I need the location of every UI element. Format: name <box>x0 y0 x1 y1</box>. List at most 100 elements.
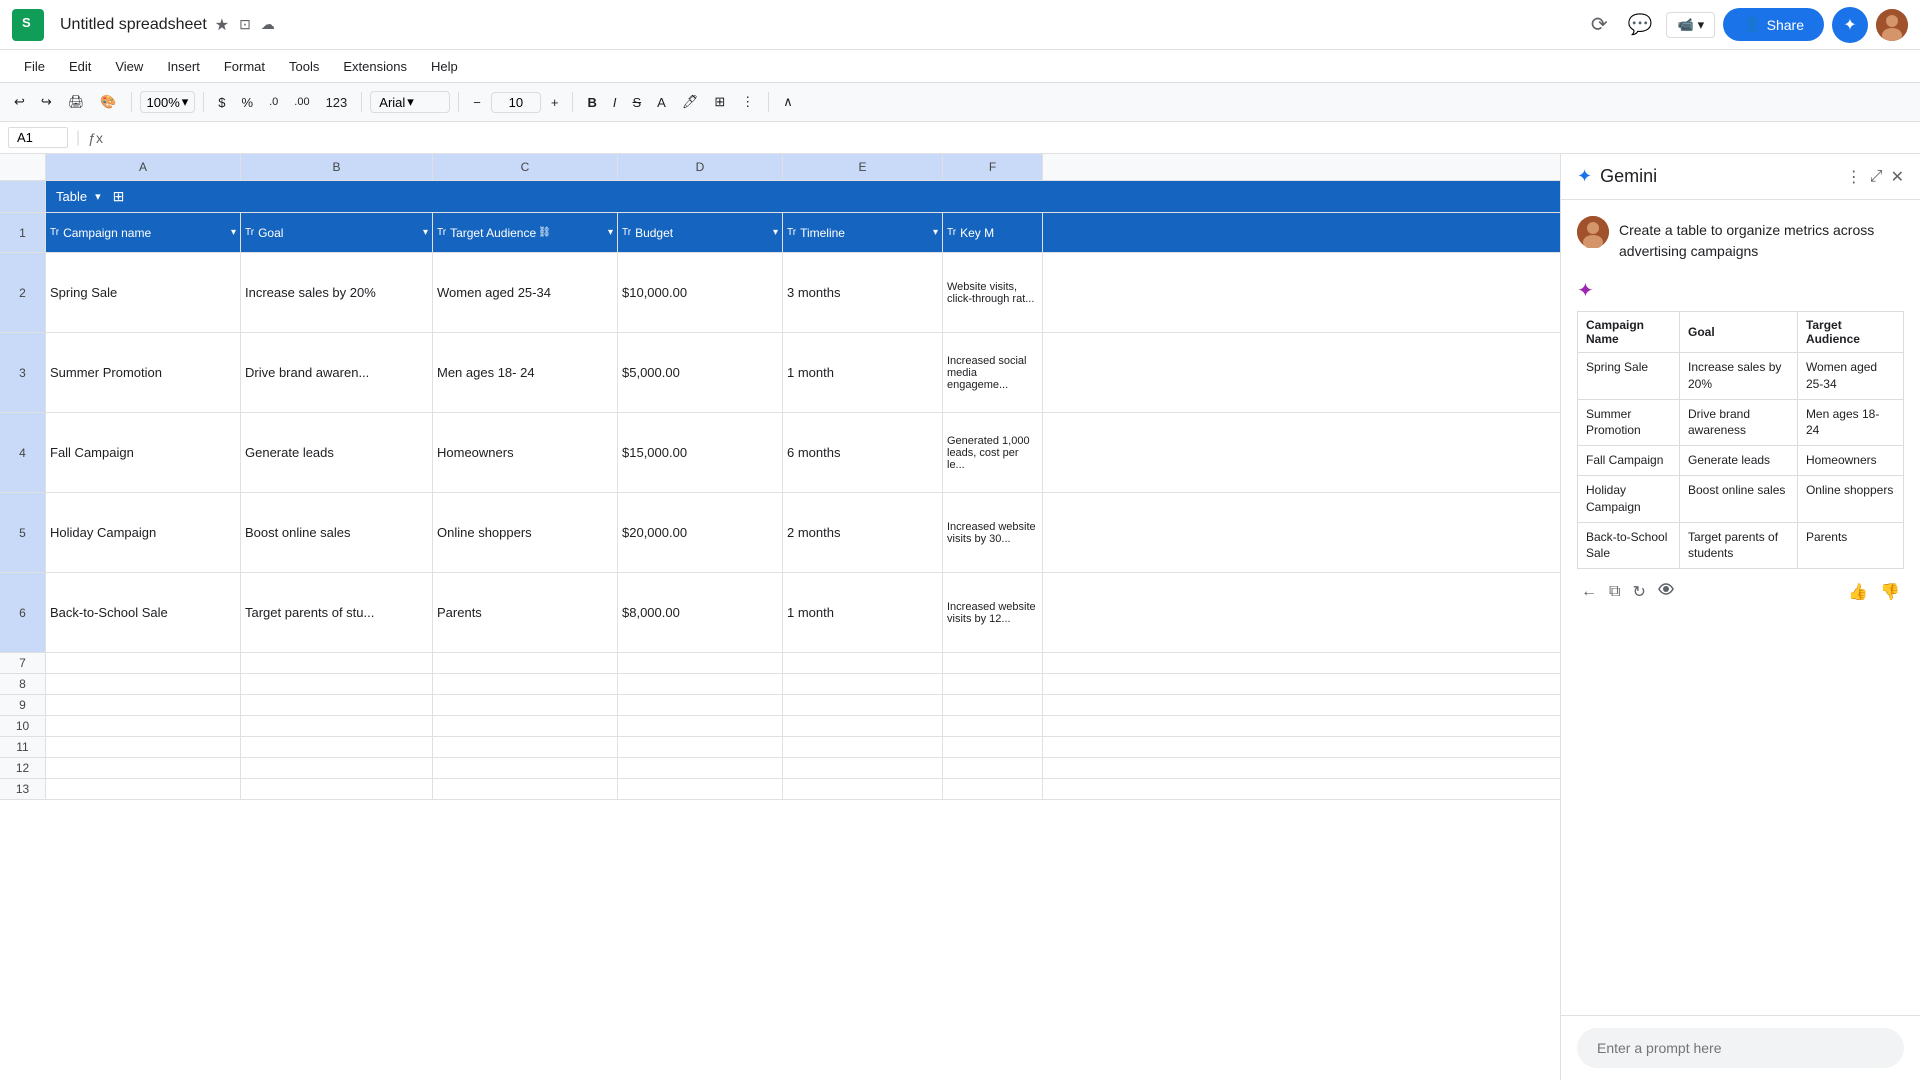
decimal-increase-button[interactable]: .00 <box>288 92 315 112</box>
gemini-close-icon[interactable]: ✕ <box>1891 167 1904 187</box>
bold-button[interactable]: B <box>581 91 602 114</box>
font-size-decrease-button[interactable]: − <box>467 91 487 114</box>
cell-6f[interactable]: Increased website visits by 12... <box>943 573 1043 652</box>
cell-4e[interactable]: 6 months <box>783 413 943 492</box>
header-dropdown-budget[interactable]: ▾ <box>773 227 778 238</box>
gemini-prompt-input[interactable] <box>1597 1040 1884 1056</box>
font-size-increase-button[interactable]: + <box>545 91 565 114</box>
cell-2a[interactable]: Spring Sale <box>46 253 241 332</box>
cell-3a[interactable]: Summer Promotion <box>46 333 241 412</box>
folder-icon[interactable]: ⊡ <box>239 16 251 33</box>
cell-7a[interactable] <box>46 653 241 673</box>
cell-4a[interactable]: Fall Campaign <box>46 413 241 492</box>
header-dropdown-goal[interactable]: ▾ <box>423 227 428 238</box>
cell-2f[interactable]: Website visits, click-through rat... <box>943 253 1043 332</box>
cell-6e[interactable]: 1 month <box>783 573 943 652</box>
cell-7c[interactable] <box>433 653 618 673</box>
cell-4c[interactable]: Homeowners <box>433 413 618 492</box>
cell-4d[interactable]: $15,000.00 <box>618 413 783 492</box>
file-title[interactable]: Untitled spreadsheet <box>60 16 207 34</box>
col-header-e[interactable]: E <box>783 154 943 180</box>
cell-6d[interactable]: $8,000.00 <box>618 573 783 652</box>
user-avatar[interactable] <box>1876 9 1908 41</box>
header-dropdown-timeline[interactable]: ▾ <box>933 227 938 238</box>
col-header-f[interactable]: F <box>943 154 1043 180</box>
font-color-button[interactable]: A <box>651 91 672 114</box>
borders-button[interactable]: ⊞ <box>708 90 731 114</box>
menu-extensions[interactable]: Extensions <box>331 55 419 78</box>
gemini-back-button[interactable]: ← <box>1577 577 1601 606</box>
font-size-control[interactable]: 10 <box>491 92 541 113</box>
share-button[interactable]: 👤 ⧉ Share <box>1723 8 1824 41</box>
cell-7d[interactable] <box>618 653 783 673</box>
cell-3f[interactable]: Increased social media engageme... <box>943 333 1043 412</box>
comments-btn[interactable]: 💬 <box>1622 8 1659 41</box>
menu-help[interactable]: Help <box>419 55 470 78</box>
gemini-expand-icon[interactable]: ⤢ <box>1870 168 1883 186</box>
gemini-input-area[interactable] <box>1577 1028 1904 1068</box>
cell-3e[interactable]: 1 month <box>783 333 943 412</box>
decimal-decrease-button[interactable]: .0 <box>263 92 284 112</box>
cell-2c[interactable]: Women aged 25-34 <box>433 253 618 332</box>
col-header-a[interactable]: A <box>46 154 241 180</box>
menu-edit[interactable]: Edit <box>57 55 103 78</box>
gemini-view-button[interactable] <box>1654 577 1678 606</box>
cell-7b[interactable] <box>241 653 433 673</box>
undo-button[interactable]: ↩ <box>8 90 31 114</box>
font-selector[interactable]: Arial ▾ <box>370 91 450 113</box>
print-button[interactable]: 🖨 <box>62 90 91 114</box>
more-button[interactable]: ⋮ <box>735 90 760 114</box>
cell-6b[interactable]: Target parents of stu... <box>241 573 433 652</box>
cell-3b[interactable]: Drive brand awaren... <box>241 333 433 412</box>
gemini-thumbsdown-button[interactable]: 👎 <box>1876 577 1904 606</box>
cell-6a[interactable]: Back-to-School Sale <box>46 573 241 652</box>
cell-7e[interactable] <box>783 653 943 673</box>
table-name-dropdown[interactable]: ▾ <box>95 190 101 203</box>
cell-3d[interactable]: $5,000.00 <box>618 333 783 412</box>
italic-button[interactable]: I <box>607 91 623 114</box>
cell-reference-input[interactable] <box>8 127 68 148</box>
header-dropdown-audience[interactable]: ▾ <box>608 227 613 238</box>
menu-format[interactable]: Format <box>212 55 277 78</box>
collapse-toolbar-button[interactable]: ∧ <box>777 90 799 114</box>
cell-5a[interactable]: Holiday Campaign <box>46 493 241 572</box>
cloud-icon[interactable]: ☁ <box>261 16 275 33</box>
cell-2e[interactable]: 3 months <box>783 253 943 332</box>
cell-5e[interactable]: 2 months <box>783 493 943 572</box>
cell-6c[interactable]: Parents <box>433 573 618 652</box>
menu-file[interactable]: File <box>12 55 57 78</box>
col-header-d[interactable]: D <box>618 154 783 180</box>
currency-button[interactable]: $ <box>212 91 231 114</box>
cell-2d[interactable]: $10,000.00 <box>618 253 783 332</box>
cell-2b[interactable]: Increase sales by 20% <box>241 253 433 332</box>
star-icon[interactable]: ★ <box>215 15 229 35</box>
header-dropdown-campaign[interactable]: ▾ <box>231 227 236 238</box>
format-type-button[interactable]: 123 <box>320 91 354 114</box>
cell-3c[interactable]: Men ages 18- 24 <box>433 333 618 412</box>
zoom-control[interactable]: 100% ▾ <box>140 91 196 113</box>
cell-7f[interactable] <box>943 653 1043 673</box>
gemini-button[interactable]: ✦ <box>1832 7 1868 43</box>
cell-5b[interactable]: Boost online sales <box>241 493 433 572</box>
cell-5c[interactable]: Online shoppers <box>433 493 618 572</box>
meeting-btn[interactable]: 📹 ▾ <box>1666 12 1715 38</box>
col-header-c[interactable]: C <box>433 154 618 180</box>
menu-view[interactable]: View <box>103 55 155 78</box>
highlight-color-button[interactable]: 🖊 <box>676 90 705 114</box>
percent-button[interactable]: % <box>236 91 260 114</box>
redo-button[interactable]: ↪ <box>35 90 58 114</box>
gemini-thumbsup-button[interactable]: 👍 <box>1844 577 1872 606</box>
cell-4f[interactable]: Generated 1,000 leads, cost per le... <box>943 413 1043 492</box>
gemini-refresh-button[interactable]: ↻ <box>1628 577 1649 606</box>
menu-insert[interactable]: Insert <box>155 55 212 78</box>
strikethrough-button[interactable]: S <box>626 91 647 114</box>
history-btn[interactable]: ⟳ <box>1585 8 1614 41</box>
paint-format-button[interactable]: 🎨 <box>94 90 122 114</box>
gemini-more-icon[interactable]: ⋮ <box>1846 167 1862 187</box>
cell-4b[interactable]: Generate leads <box>241 413 433 492</box>
cell-5d[interactable]: $20,000.00 <box>618 493 783 572</box>
menu-tools[interactable]: Tools <box>277 55 331 78</box>
cell-5f[interactable]: Increased website visits by 30... <box>943 493 1043 572</box>
gemini-copy-button[interactable]: ⧉ <box>1605 577 1624 606</box>
col-header-b[interactable]: B <box>241 154 433 180</box>
